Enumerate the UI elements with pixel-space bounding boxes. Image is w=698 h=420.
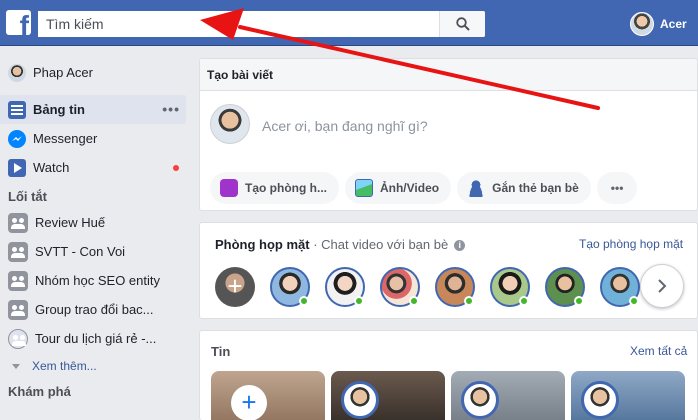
contact-avatar[interactable] xyxy=(545,267,585,307)
contact-avatar[interactable] xyxy=(325,267,365,307)
photo-video-button[interactable]: Ảnh/Video xyxy=(344,172,452,204)
more-options-icon[interactable]: ••• xyxy=(162,101,180,117)
create-post-card: Tạo bài viết Acer ơi, bạn đang nghĩ gì? … xyxy=(199,58,698,211)
avatar xyxy=(461,381,499,419)
search-box xyxy=(38,11,485,37)
sidebar-shortcut[interactable]: Review Huế xyxy=(0,208,190,237)
sidebar-item-messenger[interactable]: Messenger xyxy=(0,124,190,153)
see-more-link[interactable]: Xem thêm... xyxy=(0,353,190,379)
composer-actions: Tạo phòng h... Ảnh/Video Gắn thẻ bạn bè … xyxy=(210,172,638,204)
rooms-title: Phòng họp mặt xyxy=(215,237,310,252)
sidebar-item-label: Bảng tin xyxy=(33,102,85,117)
online-indicator xyxy=(354,296,364,306)
top-bar: f Acer xyxy=(0,0,698,46)
sidebar-item-news-feed[interactable]: Bảng tin ••• xyxy=(0,95,186,124)
page-icon xyxy=(8,328,28,349)
online-indicator xyxy=(409,296,419,306)
chevron-down-icon xyxy=(12,363,20,369)
sidebar-shortcut-label: Review Huế xyxy=(35,215,106,230)
left-sidebar: Phap Acer Bảng tin ••• Messenger Watch L… xyxy=(0,58,190,403)
tag-friends-label: Gắn thẻ bạn bè xyxy=(492,181,579,195)
news-feed-icon xyxy=(8,100,26,119)
photo-icon xyxy=(354,179,373,197)
sidebar-item-label: Messenger xyxy=(33,131,98,146)
stories-card: Tin Xem tất cả + xyxy=(199,330,698,420)
group-icon xyxy=(8,212,28,233)
rooms-heading: Phòng họp mặt · Chat video với bạn bè i xyxy=(215,237,466,252)
watch-icon xyxy=(8,158,26,177)
contact-avatar[interactable] xyxy=(600,267,640,307)
sidebar-shortcut[interactable]: Nhóm học SEO entity xyxy=(0,266,190,295)
see-all-stories-link[interactable]: Xem tất cả xyxy=(630,344,687,358)
contact-avatar[interactable] xyxy=(380,267,420,307)
tag-friends-icon xyxy=(467,179,486,197)
info-icon[interactable]: i xyxy=(454,240,466,252)
sidebar-item-label: Watch xyxy=(33,160,70,175)
plus-icon: + xyxy=(227,271,243,301)
more-options-icon: ••• xyxy=(610,181,624,195)
add-story-icon: + xyxy=(231,385,267,420)
photo-video-label: Ảnh/Video xyxy=(379,181,440,195)
contact-avatar[interactable] xyxy=(435,267,475,307)
online-indicator xyxy=(629,296,639,306)
see-more-label: Xem thêm... xyxy=(32,359,97,373)
search-icon xyxy=(455,17,470,31)
avatar xyxy=(581,381,619,419)
online-indicator xyxy=(519,296,529,306)
search-input[interactable] xyxy=(38,11,439,37)
contact-avatar[interactable] xyxy=(490,267,530,307)
add-story-card[interactable]: + xyxy=(211,371,325,420)
create-room-avatar-button[interactable]: + xyxy=(215,267,255,307)
facebook-logo[interactable]: f xyxy=(6,10,31,35)
contact-avatar[interactable] xyxy=(270,267,310,307)
more-options-button[interactable]: ••• xyxy=(596,172,638,204)
sidebar-profile-name: Phap Acer xyxy=(33,65,93,80)
sidebar-shortcut-label: Nhóm học SEO entity xyxy=(35,273,160,288)
avatar xyxy=(630,12,654,36)
sidebar-shortcut-label: Group trao đổi bac... xyxy=(35,302,154,317)
messenger-icon xyxy=(8,129,26,148)
sidebar-item-watch[interactable]: Watch xyxy=(0,153,190,182)
tag-friends-button[interactable]: Gắn thẻ bạn bè xyxy=(457,172,591,204)
next-button[interactable] xyxy=(640,264,684,308)
create-room-link[interactable]: Tạo phòng họp mặt xyxy=(579,237,683,251)
sidebar-shortcut-label: SVTT - Con Voi xyxy=(35,244,126,259)
top-user-name: Acer xyxy=(660,17,687,31)
online-indicator xyxy=(464,296,474,306)
shortcuts-heading: Lối tắt xyxy=(8,189,47,204)
notification-dot xyxy=(173,165,179,171)
online-indicator xyxy=(299,296,309,306)
sidebar-shortcut[interactable]: SVTT - Con Voi xyxy=(0,237,190,266)
sidebar-shortcut-label: Tour du lịch giá rẻ -... xyxy=(35,331,157,346)
stories-heading: Tin xyxy=(211,344,231,359)
sidebar-shortcut[interactable]: Group trao đổi bac... xyxy=(0,295,190,324)
sidebar-profile[interactable]: Phap Acer xyxy=(0,58,190,87)
create-room-label: Tạo phòng h... xyxy=(245,181,327,195)
create-room-button[interactable]: Tạo phòng h... xyxy=(210,172,339,204)
avatar xyxy=(210,104,250,144)
story-card[interactable] xyxy=(451,371,565,420)
chevron-right-icon xyxy=(658,279,667,293)
group-icon xyxy=(8,241,28,262)
post-input[interactable]: Acer ơi, bạn đang nghĩ gì? xyxy=(262,118,428,134)
rooms-card: Phòng họp mặt · Chat video với bạn bè i T… xyxy=(199,222,698,319)
video-camera-icon xyxy=(220,179,238,197)
group-icon xyxy=(8,270,28,291)
create-post-title: Tạo bài viết xyxy=(200,59,697,91)
sidebar-shortcut[interactable]: Tour du lịch giá rẻ -... xyxy=(0,324,190,353)
avatar xyxy=(8,63,26,82)
story-card[interactable] xyxy=(331,371,445,420)
story-card[interactable] xyxy=(571,371,685,420)
rooms-subtitle: · Chat video với bạn bè xyxy=(309,237,449,252)
avatar xyxy=(341,381,379,419)
online-indicator xyxy=(574,296,584,306)
search-button[interactable] xyxy=(439,11,485,37)
group-icon xyxy=(8,299,28,320)
room-avatars: + xyxy=(215,267,640,307)
top-profile-link[interactable]: Acer xyxy=(630,12,687,36)
explore-heading: Khám phá xyxy=(8,384,71,399)
